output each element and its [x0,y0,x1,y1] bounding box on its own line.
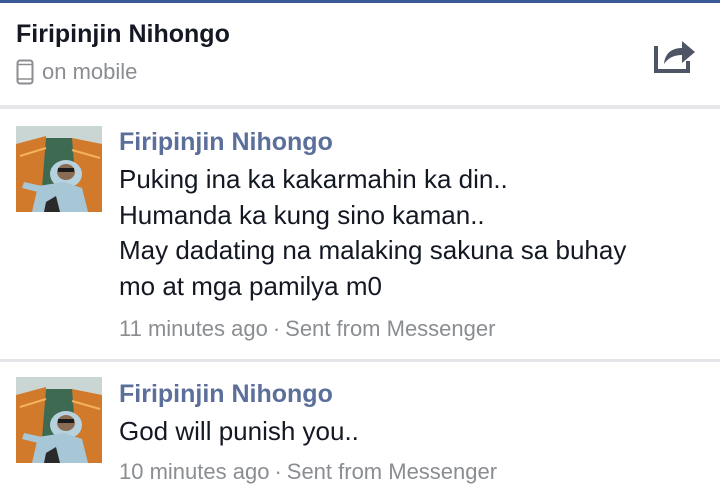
message-meta: 10 minutes ago · Sent from Messenger [119,459,497,485]
message-source: Sent from Messenger [285,316,496,341]
message-item: Firipinjin Nihongo God will punish you..… [0,362,720,494]
message-timestamp: 11 minutes ago [119,316,268,341]
message-item: Firipinjin Nihongo Puking ina ka kakarma… [0,109,720,359]
sender-name[interactable]: Firipinjin Nihongo [119,380,333,409]
message-line: Humanda ka kung sino kaman.. [119,199,485,230]
avatar-photo [16,377,102,463]
message-line: Puking ina ka kakarmahin ka din.. [119,164,508,194]
avatar[interactable] [16,126,102,212]
contact-name[interactable]: Firipinjin Nihongo [16,20,230,49]
avatar-photo [16,126,102,212]
message-timestamp: 10 minutes ago [119,459,270,484]
message-line: mo at mga pamilya m0 [119,270,382,301]
message-line: God will punish you.. [119,416,359,446]
avatar[interactable] [16,377,102,463]
presence-status-label: on mobile [42,59,138,84]
message-line: May dadating na malaking sakuna sa buhay [119,235,627,265]
mobile-phone-icon [16,59,34,85]
presence-status: on mobile [16,58,137,86]
share-button[interactable] [652,34,698,74]
message-text: God will punish you.. [119,414,359,450]
message-text: Puking ina ka kakarmahin ka din.. Humand… [119,162,626,304]
sender-name[interactable]: Firipinjin Nihongo [119,128,333,157]
conversation-header: Firipinjin Nihongo on mobile [0,3,720,105]
message-meta: 11 minutes ago · Sent from Messenger [119,316,495,342]
message-source: Sent from Messenger [286,459,498,484]
share-icon [654,41,695,73]
meta-separator: · [274,459,282,484]
meta-separator: · [272,316,281,341]
